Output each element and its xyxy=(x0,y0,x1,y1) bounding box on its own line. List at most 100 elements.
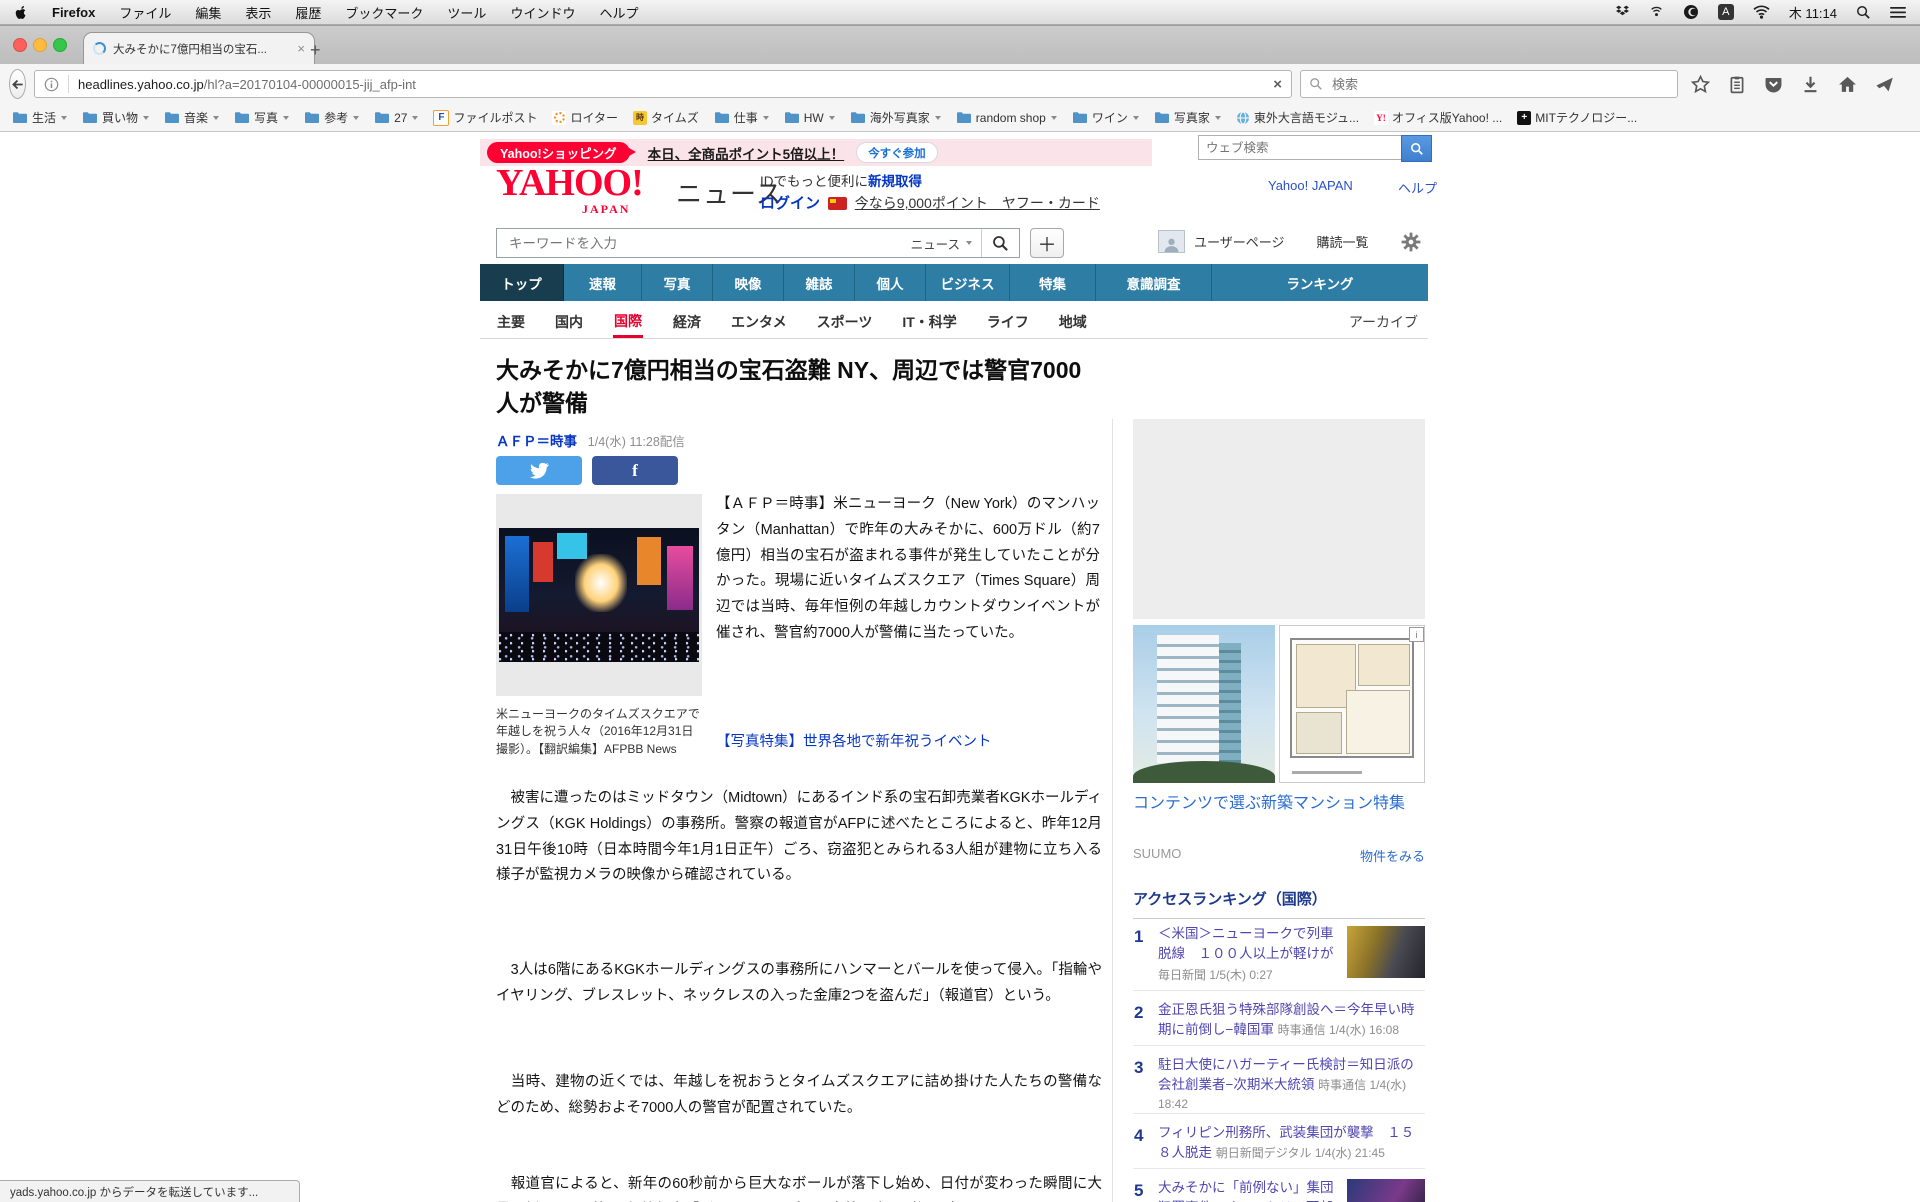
menubar-item-view[interactable]: 表示 xyxy=(245,3,271,22)
window-close-button[interactable] xyxy=(13,38,27,52)
bookmark-reuters[interactable]: ロイター xyxy=(552,109,618,126)
search-scope-dropdown[interactable]: ニュース xyxy=(902,234,981,253)
ad-info-icon[interactable]: i xyxy=(1409,627,1424,642)
id-signup-link[interactable]: 新規取得 xyxy=(868,174,922,189)
menubar-item-firefox[interactable]: Firefox xyxy=(52,5,95,20)
bookmark-filepost[interactable]: Fファイルポスト xyxy=(433,109,537,126)
home-icon[interactable] xyxy=(1833,75,1862,94)
ranking-item[interactable]: 2 金正恩氏狙う特殊部隊創設へ＝今年早い時期に前倒し−韓国軍 時事通信 1/4(… xyxy=(1133,990,1425,1039)
nav-tab-poll[interactable]: 意識調査 xyxy=(1096,264,1212,301)
bookmark-mit-tech[interactable]: +MITテクノロジー... xyxy=(1517,109,1637,126)
bookmark-folder-random-shop[interactable]: random shop xyxy=(956,111,1057,125)
ranking-item[interactable]: 4 フィリピン刑務所、武装集団が襲撃 １５８人脱走 朝日新聞デジタル 1/4(水… xyxy=(1133,1113,1425,1162)
spotlight-icon[interactable] xyxy=(1856,5,1871,20)
yahoo-shopping-badge[interactable]: Yahoo!ショッピング xyxy=(487,142,630,163)
bookmark-folder-overseas-photographers[interactable]: 海外写真家 xyxy=(850,109,941,126)
tab-close-icon[interactable]: × xyxy=(297,41,305,56)
dropbox-icon[interactable] xyxy=(1615,5,1630,19)
ranking-item[interactable]: 3 駐日大使にハガーティー氏検討＝知日派の会社創業者−次期米大統領 時事通信 1… xyxy=(1133,1045,1425,1114)
menubar-item-history[interactable]: 履歴 xyxy=(295,3,321,22)
add-search-tab-button[interactable]: ＋ xyxy=(1030,228,1064,258)
nav-tab-flash[interactable]: 速報 xyxy=(564,264,642,301)
news-search-field[interactable]: ニュース xyxy=(496,228,1020,258)
card-offer-link[interactable]: 今なら9,000ポイント ヤフー・カード xyxy=(855,195,1100,211)
promo-cta-button[interactable]: 今すぐ参加 xyxy=(856,142,938,163)
bookmark-folder-27[interactable]: 27 xyxy=(374,111,418,125)
subnav-domestic[interactable]: 国内 xyxy=(555,312,583,332)
bookmark-star-icon[interactable] xyxy=(1686,75,1715,94)
menubar-item-file[interactable]: ファイル xyxy=(119,3,171,22)
archive-link[interactable]: アーカイブ xyxy=(1349,312,1418,332)
bookmark-folder-life[interactable]: 生活 xyxy=(12,109,67,126)
back-button[interactable] xyxy=(9,69,26,99)
subnav-entertainment[interactable]: エンタメ xyxy=(731,312,787,332)
subnav-it-science[interactable]: IT・科学 xyxy=(902,312,956,332)
help-link[interactable]: ヘルプ xyxy=(1398,178,1437,197)
subnav-region[interactable]: 地域 xyxy=(1059,312,1087,332)
menubar-item-window[interactable]: ウインドウ xyxy=(510,3,575,22)
subscriptions-link[interactable]: 購読一覧 xyxy=(1316,232,1368,251)
subnav-economy[interactable]: 経済 xyxy=(673,312,701,332)
login-link[interactable]: ログイン xyxy=(760,195,820,212)
ranking-link[interactable]: 大みそかに「前例ない」集団犯罪事件 オーストリア西部 xyxy=(1158,1180,1334,1202)
ad-title-link[interactable]: コンテンツで選ぶ新築マンション特集 xyxy=(1133,792,1425,817)
bookmark-folder-photo[interactable]: 写真 xyxy=(234,109,289,126)
subnav-life[interactable]: ライフ xyxy=(987,312,1029,332)
window-minimize-button[interactable] xyxy=(33,38,47,52)
browser-search-bar[interactable] xyxy=(1300,70,1678,98)
bookmark-tufs-modules[interactable]: 東外大言語モジュ... xyxy=(1236,109,1359,126)
reading-list-icon[interactable] xyxy=(1723,75,1751,94)
input-source-icon[interactable]: A xyxy=(1718,4,1734,20)
nav-tab-photo[interactable]: 写真 xyxy=(642,264,713,301)
nav-tab-feature[interactable]: 特集 xyxy=(1010,264,1096,301)
new-tab-button[interactable]: + xyxy=(310,41,321,59)
nav-tab-ranking[interactable]: ランキング xyxy=(1212,264,1428,301)
article-photo[interactable] xyxy=(496,494,702,696)
photo-feature-link[interactable]: 【写真特集】世界各地で新年祝うイベント xyxy=(716,730,992,751)
bookmark-folder-shopping[interactable]: 買い物 xyxy=(82,109,149,126)
browser-tab[interactable]: 大みそかに7億円相当の宝石... × xyxy=(83,32,315,64)
bookmark-folder-hw[interactable]: HW xyxy=(784,111,835,125)
article-source-link[interactable]: ＡＦＰ＝時事 xyxy=(496,434,577,449)
news-search-input[interactable] xyxy=(507,235,902,252)
nav-tab-top[interactable]: トップ xyxy=(480,264,564,301)
share-icon[interactable] xyxy=(1870,75,1899,94)
settings-gear-icon[interactable] xyxy=(1401,232,1421,252)
pocket-icon[interactable] xyxy=(1759,75,1788,94)
yahoo-japan-link[interactable]: Yahoo! JAPAN xyxy=(1268,178,1353,193)
nav-tab-business[interactable]: ビジネス xyxy=(926,264,1010,301)
subnav-main[interactable]: 主要 xyxy=(497,312,525,332)
window-zoom-button[interactable] xyxy=(53,38,67,52)
browser-search-input[interactable] xyxy=(1330,76,1669,93)
promo-text-link[interactable]: 本日、全商品ポイント5倍以上！ xyxy=(648,143,845,163)
wifi-icon[interactable] xyxy=(1753,5,1770,19)
suumo-ad[interactable] xyxy=(1133,625,1425,783)
bookmark-yahoo-office[interactable]: Y!オフィス版Yahoo! ... xyxy=(1374,109,1502,126)
menubar-item-bookmarks[interactable]: ブックマーク xyxy=(345,3,423,22)
downloads-icon[interactable] xyxy=(1796,75,1825,94)
site-info-icon[interactable] xyxy=(44,77,59,92)
menubar-clock[interactable]: 木 11:14 xyxy=(1789,3,1837,22)
ranking-item[interactable]: 1 ＜米国＞ニューヨークで列車脱線 １００人以上が軽けが 毎日新聞 1/5(木)… xyxy=(1133,924,1425,985)
news-search-button[interactable] xyxy=(982,229,1019,257)
ad-cta-link[interactable]: 物件をみる xyxy=(1360,846,1425,865)
menubar-item-tools[interactable]: ツール xyxy=(447,3,486,22)
apple-menu-icon[interactable] xyxy=(14,4,28,20)
twitter-share-button[interactable] xyxy=(496,456,582,485)
signal-icon[interactable] xyxy=(1649,5,1664,19)
user-page-link[interactable]: ユーザーページ xyxy=(1194,232,1284,251)
yahoo-news-logo[interactable]: YAHOO! xyxy=(496,164,643,202)
bookmark-folder-photographers[interactable]: 写真家 xyxy=(1154,109,1221,126)
nav-tab-personal[interactable]: 個人 xyxy=(855,264,926,301)
subnav-international[interactable]: 国際 xyxy=(613,306,643,338)
bookmark-folder-music[interactable]: 音楽 xyxy=(164,109,219,126)
ranking-item[interactable]: 5 大みそかに「前例ない」集団犯罪事件 オーストリア西部 xyxy=(1133,1168,1425,1202)
ranking-link[interactable]: ＜米国＞ニューヨークで列車脱線 １００人以上が軽けが xyxy=(1158,926,1334,961)
nav-tab-video[interactable]: 映像 xyxy=(713,264,784,301)
web-search-button[interactable] xyxy=(1401,135,1432,162)
facebook-share-button[interactable]: f xyxy=(592,456,678,485)
menubar-item-help[interactable]: ヘルプ xyxy=(599,3,638,22)
bookmark-folder-reference[interactable]: 参考 xyxy=(304,109,359,126)
menubar-item-edit[interactable]: 編集 xyxy=(195,3,221,22)
bookmark-folder-wine[interactable]: ワイン xyxy=(1072,109,1139,126)
